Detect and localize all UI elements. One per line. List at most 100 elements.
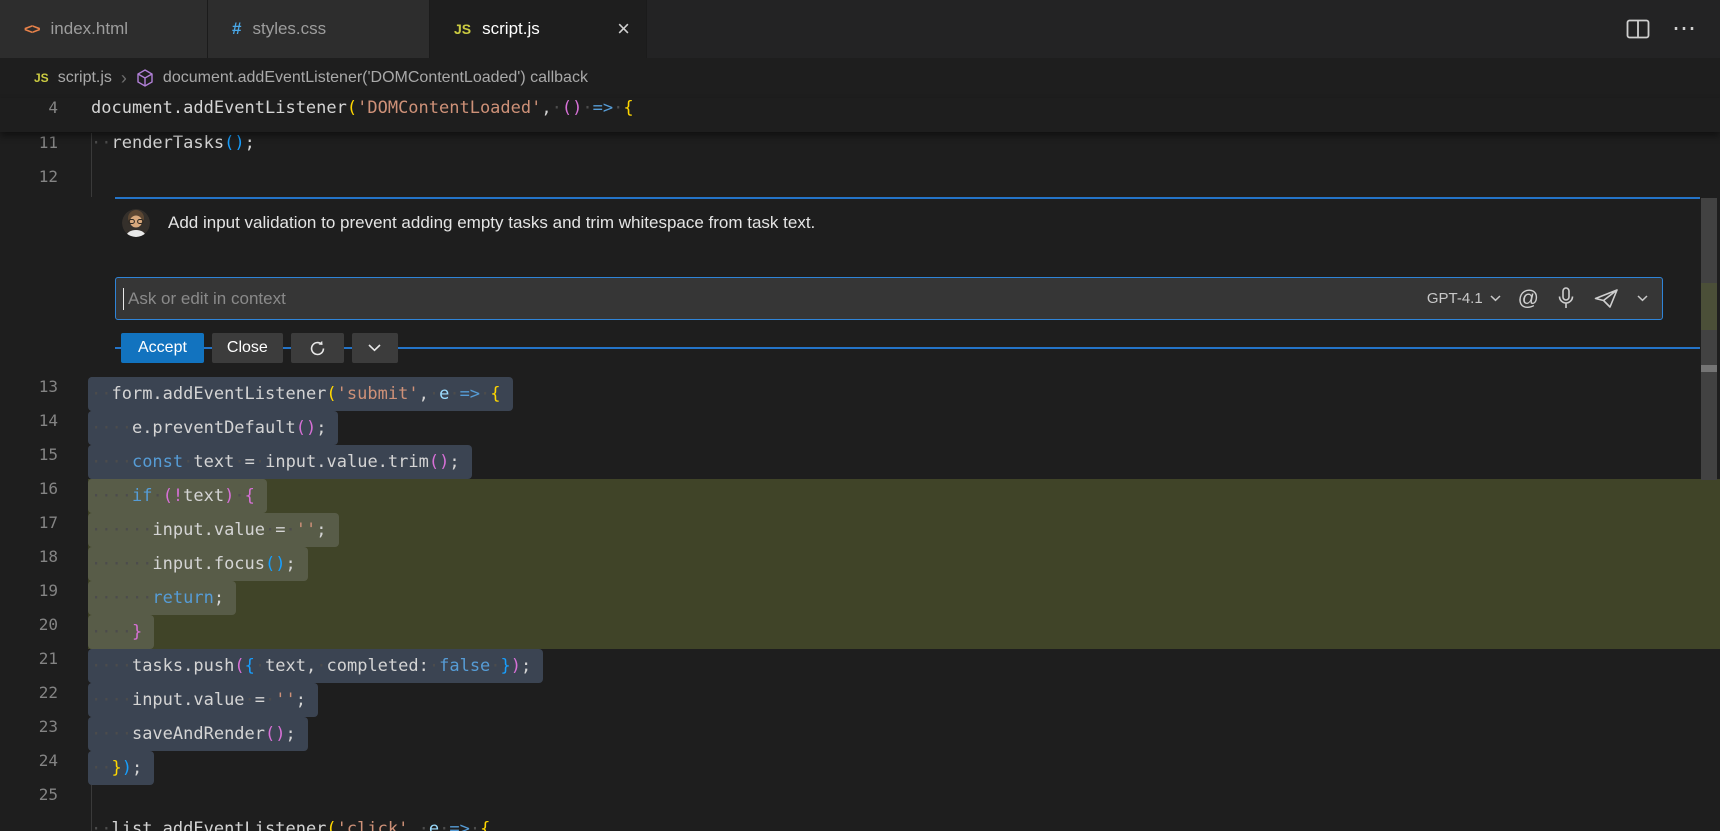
line-number: [0, 819, 58, 831]
code-line[interactable]: 24 ··});: [0, 751, 1720, 785]
code-text: ··renderTasks();: [91, 133, 255, 167]
line-number: 4: [0, 98, 58, 132]
line-number: 15: [0, 445, 58, 479]
code-text: ····saveAndRender();: [91, 717, 308, 751]
modified-text-highlight: ····e.preventDefault();: [88, 411, 338, 445]
code-text: ····tasks.push({·text,·completed:·false·…: [91, 649, 543, 683]
code-text: ····e.preventDefault();: [91, 411, 338, 445]
chat-toolbar: Accept Close: [121, 333, 398, 363]
js-file-icon: JS: [454, 21, 471, 37]
modified-text-highlight: ····input.value·=·'';: [88, 683, 318, 717]
modified-text-highlight: ··});: [88, 751, 154, 785]
code-lines-above: 11··renderTasks();12: [0, 133, 1720, 201]
line-number: 16: [0, 479, 58, 513]
tab-index-html[interactable]: <> index.html: [0, 0, 208, 58]
line-number: 23: [0, 717, 58, 751]
at-icon[interactable]: @: [1518, 287, 1539, 311]
scrollbar-cursor-mark: [1701, 365, 1717, 372]
code-line[interactable]: 15 ····const·text·=·input.value.trim();: [0, 445, 1720, 479]
code-text: ····if·(!text)·{: [91, 479, 267, 513]
code-line[interactable]: 22 ····input.value·=·'';: [0, 683, 1720, 717]
chevron-down-icon: [1490, 295, 1501, 302]
close-button[interactable]: Close: [212, 333, 283, 363]
code-line[interactable]: 4 document.addEventListener('DOMContentLo…: [0, 98, 1720, 132]
chat-input-box: GPT-4.1 @: [115, 277, 1663, 320]
code-text: ····}: [91, 615, 154, 649]
line-number: 19: [0, 581, 58, 615]
inserted-text-highlight: ······return;: [88, 581, 236, 615]
modified-text-highlight: ····saveAndRender();: [88, 717, 308, 751]
code-text: ······input.value·=·'';: [91, 513, 339, 547]
line-number: 24: [0, 751, 58, 785]
code-text: ····const·text·=·input.value.trim();: [91, 445, 472, 479]
code-line[interactable]: ··list.addEventListener('click',·e·=>·{: [0, 819, 1720, 831]
line-number: 13: [0, 377, 58, 411]
breadcrumb-symbol[interactable]: document.addEventListener('DOMContentLoa…: [163, 69, 588, 87]
user-avatar: [122, 209, 150, 237]
inserted-line-highlight: [88, 615, 1720, 649]
breadcrumb-file[interactable]: script.js: [58, 69, 112, 87]
code-text: ··form.addEventListener('submit',·e·=>·{: [91, 377, 513, 411]
code-line[interactable]: 19 ······return;: [0, 581, 1720, 615]
code-line[interactable]: 21 ····tasks.push({·text,·completed:·fals…: [0, 649, 1720, 683]
tab-label: script.js: [482, 19, 540, 39]
send-icon[interactable]: [1593, 288, 1620, 309]
code-editor: 13 ··form.addEventListener('submit',·e·=>…: [0, 377, 1720, 831]
close-icon[interactable]: ×: [617, 18, 630, 40]
line-number: 20: [0, 615, 58, 649]
widget-top-border: [115, 197, 1700, 199]
code-text: ······return;: [91, 581, 236, 615]
inserted-text-highlight: ····if·(!text)·{: [88, 479, 267, 513]
code-line[interactable]: 25: [0, 785, 1720, 819]
inserted-line-highlight: [88, 479, 1720, 513]
code-text: ······input.focus();: [91, 547, 308, 581]
code-line[interactable]: 18 ······input.focus();: [0, 547, 1720, 581]
line-number: 21: [0, 649, 58, 683]
line-number: 18: [0, 547, 58, 581]
code-text: ··list.addEventListener('click',·e·=>·{: [91, 819, 490, 831]
tab-bar: <> index.html # styles.css JS script.js …: [0, 0, 1720, 58]
html-file-icon: <>: [24, 21, 40, 38]
code-line[interactable]: 13 ··form.addEventListener('submit',·e·=>…: [0, 377, 1720, 411]
inserted-line-highlight: [88, 581, 1720, 615]
rerun-icon[interactable]: [291, 333, 344, 363]
more-actions-icon[interactable]: ⋯: [1672, 24, 1698, 34]
code-line[interactable]: 23 ····saveAndRender();: [0, 717, 1720, 751]
tab-label: styles.css: [252, 19, 326, 39]
chat-input[interactable]: [116, 289, 1427, 309]
code-line[interactable]: 16 ····if·(!text)·{: [0, 479, 1720, 513]
chevron-down-icon[interactable]: [1637, 295, 1648, 302]
line-number: 12: [0, 167, 58, 201]
editor-actions: ⋯: [1626, 0, 1720, 58]
sticky-scroll-line[interactable]: 4 document.addEventListener('DOMContentLo…: [0, 98, 1720, 132]
js-file-icon: JS: [34, 71, 49, 85]
model-picker[interactable]: GPT-4.1: [1427, 290, 1501, 307]
chevron-down-icon[interactable]: [352, 333, 398, 363]
code-line[interactable]: 17 ······input.value·=·'';: [0, 513, 1720, 547]
code-line[interactable]: 11··renderTasks();: [0, 133, 1720, 167]
split-editor-icon[interactable]: [1626, 19, 1650, 39]
code-line[interactable]: 14····e.preventDefault();: [0, 411, 1720, 445]
line-number: 22: [0, 683, 58, 717]
code-line[interactable]: 12: [0, 167, 1720, 201]
inserted-text-highlight: ······input.value·=·'';: [88, 513, 339, 547]
code-text: ··});: [91, 751, 154, 785]
modified-text-highlight: ····tasks.push({·text,·completed:·false·…: [88, 649, 543, 683]
tab-script-js[interactable]: JS script.js ×: [430, 0, 647, 58]
code-line[interactable]: 20 ····}: [0, 615, 1720, 649]
modified-text-highlight: ····const·text·=·input.value.trim();: [88, 445, 472, 479]
inline-chat-widget: Add input validation to prevent adding e…: [0, 197, 1720, 377]
code-text: ····input.value·=·'';: [91, 683, 318, 717]
breadcrumb: JS script.js › document.addEventListener…: [0, 58, 1720, 98]
scrollbar-inserted-mark: [1701, 283, 1717, 330]
modified-text-highlight: ··form.addEventListener('submit',·e·=>·{: [88, 377, 513, 411]
code-text: document.addEventListener('DOMContentLoa…: [91, 98, 634, 132]
mic-icon[interactable]: [1556, 287, 1576, 310]
scrollbar-slider[interactable]: [1701, 198, 1717, 480]
accept-button[interactable]: Accept: [121, 333, 204, 363]
vscode-window: <> index.html # styles.css JS script.js …: [0, 0, 1720, 831]
tab-styles-css[interactable]: # styles.css: [208, 0, 430, 58]
text-cursor: [123, 288, 124, 310]
chat-request-message: Add input validation to prevent adding e…: [168, 213, 815, 233]
line-number: 17: [0, 513, 58, 547]
